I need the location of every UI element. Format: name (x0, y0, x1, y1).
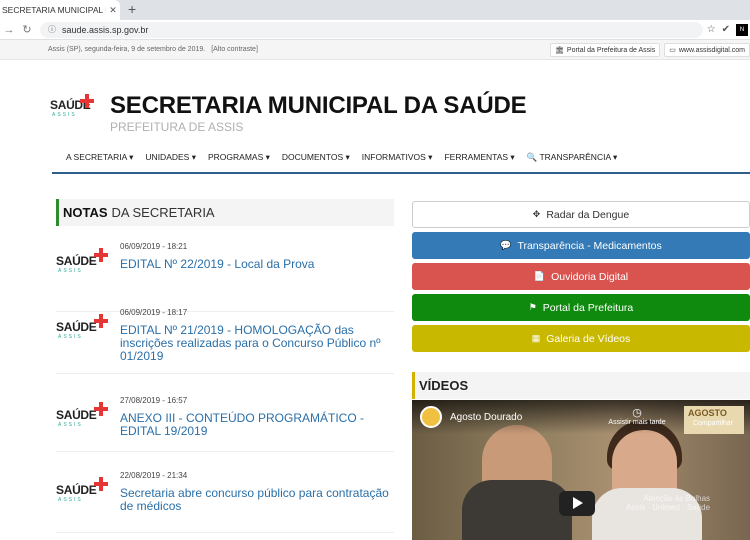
film-icon: ▦ (531, 333, 541, 343)
bank-icon: 🏛 (555, 47, 564, 54)
portal-prefeitura-button[interactable]: ⚑ Portal da Prefeitura (412, 294, 750, 321)
saude-logo[interactable]: SAÚDE ASSIS (50, 92, 96, 122)
transparencia-medicamentos-button[interactable]: 💬 Transparência - Medicamentos (412, 232, 750, 259)
channel-avatar[interactable] (420, 406, 442, 428)
news-title-link[interactable]: EDITAL Nº 22/2019 - Local da Prova (120, 258, 390, 271)
info-icon[interactable]: ⓘ (48, 24, 56, 35)
nav-divider (52, 172, 750, 174)
document-icon: 📄 (533, 271, 546, 281)
reload-icon[interactable]: ↻ (18, 23, 36, 36)
close-icon[interactable]: ✕ (106, 5, 120, 16)
site-header: SAÚDE ASSIS SECRETARIA MUNICIPAL DA SAÚD… (0, 60, 750, 136)
notes-heading: NOTAS DA SECRETARIA (56, 199, 394, 226)
videos-heading: VÍDEOS (412, 372, 750, 399)
nav-documentos[interactable]: DOCUMENTOS ▾ (276, 148, 356, 170)
cross-icon (94, 248, 108, 262)
current-date: Assis (SP), segunda-feira, 9 de setembro… (48, 46, 206, 53)
share-button[interactable]: Compartilhar (682, 420, 744, 427)
play-icon[interactable] (559, 491, 595, 516)
saude-logo: SAÚDE ASSIS (56, 477, 116, 507)
site-subtitle: PREFEITURA DE ASSIS (110, 120, 244, 134)
video-person-shirt (462, 480, 572, 540)
portal-prefeitura-link[interactable]: 🏛 Portal da Prefeitura de Assis (550, 43, 661, 57)
forward-arrow-icon[interactable]: → (0, 24, 18, 36)
crosshair-icon: ✥ (532, 209, 541, 219)
saude-logo: SAÚDE ASSIS (56, 402, 116, 432)
nav-unidades[interactable]: UNIDADES ▾ (139, 148, 202, 170)
news-date: 06/09/2019 - 18:17 (120, 308, 188, 317)
flag-icon: ⚑ (528, 302, 537, 312)
news-title-link[interactable]: EDITAL Nº 21/2019 - HOMOLOGAÇÃO das insc… (120, 324, 390, 363)
tab-title: SECRETARIA MUNICIPAL DE SAÚ (2, 5, 106, 15)
galeria-videos-button[interactable]: ▦ Galeria de Vídeos (412, 325, 750, 352)
video-title[interactable]: Agosto Dourado (450, 412, 522, 423)
nav-a-secretaria[interactable]: A SECRETARIA ▾ (60, 148, 139, 170)
cross-icon (94, 477, 108, 491)
url-text: saude.assis.sp.gov.br (62, 24, 149, 35)
nav-ferramentas[interactable]: FERRAMENTAS ▾ (438, 148, 520, 170)
browser-tabbar: SECRETARIA MUNICIPAL DE SAÚ ✕ + (0, 0, 750, 20)
main-nav: A SECRETARIA ▾ UNIDADES ▾ PROGRAMAS ▾ DO… (60, 148, 623, 170)
video-watermark: Atenção às Bolhas Assis · Unimed · Saúde (626, 494, 711, 512)
nav-transparencia[interactable]: 🔍 TRANSPARÊNCIA ▾ (521, 148, 624, 170)
news-item: SAÚDE ASSIS 06/09/2019 - 18:17 EDITAL Nº… (56, 298, 394, 374)
extension-icon[interactable]: N (736, 23, 748, 36)
nav-informativos[interactable]: INFORMATIVOS ▾ (356, 148, 439, 170)
site-title[interactable]: SECRETARIA MUNICIPAL DA SAÚDE (110, 92, 527, 120)
news-item: SAÚDE ASSIS 22/08/2019 - 21:34 Secretari… (56, 461, 394, 533)
cross-icon (80, 94, 94, 108)
news-date: 27/08/2019 - 16:57 (120, 396, 188, 405)
address-bar[interactable]: ⓘ saude.assis.sp.gov.br (40, 21, 703, 38)
browser-toolbar: → ↻ ⓘ saude.assis.sp.gov.br ☆ ✔ N (0, 20, 750, 40)
cross-icon (94, 314, 108, 328)
saude-logo: SAÚDE ASSIS (56, 248, 116, 278)
nav-programas[interactable]: PROGRAMAS ▾ (202, 148, 276, 170)
chat-icon: 💬 (500, 240, 512, 250)
cross-icon (94, 402, 108, 416)
ouvidoria-digital-button[interactable]: 📄 Ouvidoria Digital (412, 263, 750, 290)
news-title-link[interactable]: ANEXO III - CONTEÚDO PROGRAMÁTICO - EDIT… (120, 412, 390, 438)
check-icon[interactable]: ✔ (722, 24, 730, 36)
new-tab-icon[interactable]: + (128, 1, 136, 17)
radar-dengue-button[interactable]: ✥ Radar da Dengue (412, 201, 750, 228)
browser-tab[interactable]: SECRETARIA MUNICIPAL DE SAÚ ✕ (0, 0, 120, 20)
star-icon[interactable]: ☆ (707, 24, 716, 36)
saude-logo: SAÚDE ASSIS (56, 314, 116, 344)
laptop-icon: ▭ (669, 47, 676, 54)
high-contrast-link[interactable]: [Alto contraste] (211, 46, 258, 53)
news-item: SAÚDE ASSIS 27/08/2019 - 16:57 ANEXO III… (56, 386, 394, 452)
assisdigital-link[interactable]: ▭ www.assisdigital.com (664, 43, 750, 57)
video-player[interactable]: Agosto Dourado ◷ Assistir mais tarde AGO… (412, 400, 750, 540)
info-bar: Assis (SP), segunda-feira, 9 de setembro… (0, 40, 750, 60)
clock-icon: ◷ (632, 407, 642, 419)
news-date: 22/08/2019 - 21:34 (120, 471, 188, 480)
watch-later-button[interactable]: ◷ Assistir mais tarde (602, 406, 672, 426)
news-title-link[interactable]: Secretaria abre concurso público para co… (120, 487, 390, 513)
news-date: 06/09/2019 - 18:21 (120, 242, 188, 251)
